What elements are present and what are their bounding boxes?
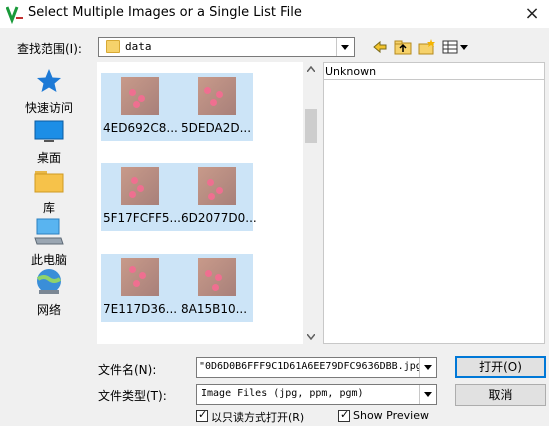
file-tile-pair[interactable]: 7E117D36... 8A15B10... <box>101 254 253 322</box>
libraries-folder-icon <box>34 171 64 193</box>
preview-label: Unknown <box>325 65 377 78</box>
file-name-label: 7E117D36... <box>103 302 178 316</box>
up-folder-icon[interactable] <box>394 37 412 57</box>
place-label: 快速访问 <box>24 101 73 115</box>
cancel-button[interactable]: 取消 <box>455 384 546 406</box>
file-type-select[interactable]: Image Files (jpg, ppm, pgm) <box>196 384 437 405</box>
checkmark-icon: ✓ <box>340 408 350 421</box>
checkmark-icon: ✓ <box>198 408 208 421</box>
file-name-label: 8A15B10... <box>181 302 248 316</box>
place-label: 库 <box>42 201 55 215</box>
file-tile-pair[interactable]: 5F17FCFF5... 6D2077D0... <box>101 163 257 231</box>
show-preview-checkbox[interactable]: ✓ <box>338 408 350 422</box>
scroll-up-arrow-icon[interactable] <box>307 66 315 72</box>
place-label: 网络 <box>36 303 61 317</box>
scroll-down-arrow-icon[interactable] <box>307 334 315 340</box>
file-name-value: "0D6D0B6FFF9C1D61A6EE79DFC9636DBB.jpg" <box>199 361 428 372</box>
image-thumbnail <box>198 258 236 296</box>
vertical-scrollbar[interactable] <box>303 62 319 344</box>
this-pc-icon <box>34 218 64 245</box>
chevron-down-icon[interactable] <box>419 385 436 404</box>
window-title: Select Multiple Images or a Single List … <box>28 5 302 20</box>
image-thumbnail <box>121 167 159 205</box>
chevron-down-icon[interactable] <box>336 38 354 56</box>
show-preview-label: Show Preview <box>353 409 429 422</box>
place-label: 桌面 <box>36 151 61 165</box>
open-button[interactable]: 打开(O) <box>455 356 546 378</box>
file-tile-pair[interactable]: 4ED692C8... 5DEDA2D... <box>101 73 253 141</box>
place-quick-access[interactable]: 快速访问 <box>18 68 80 116</box>
place-label: 此电脑 <box>30 253 67 267</box>
file-name-label: 6D2077D0... <box>181 211 257 225</box>
image-thumbnail <box>121 77 159 115</box>
divider <box>324 79 544 80</box>
place-network[interactable]: 网络 <box>18 268 80 318</box>
desktop-icon <box>34 120 64 142</box>
file-name-label: 5F17FCFF5... <box>103 211 181 225</box>
back-arrow-icon[interactable] <box>372 37 388 57</box>
look-in-combo[interactable]: data <box>98 37 355 57</box>
preview-pane: Unknown <box>323 62 545 344</box>
read-only-checkbox[interactable]: ✓ <box>196 408 208 422</box>
file-type-value: Image Files (jpg, ppm, pgm) <box>201 388 364 399</box>
new-folder-icon[interactable] <box>418 37 436 57</box>
view-menu-icon[interactable] <box>442 37 470 57</box>
quick-access-star-icon <box>37 69 61 92</box>
network-icon <box>36 269 62 294</box>
image-thumbnail <box>198 77 236 115</box>
scrollbar-thumb[interactable] <box>305 109 317 143</box>
file-type-field-label: 文件类型(T): <box>98 389 167 403</box>
file-name-field-label: 文件名(N): <box>98 363 157 377</box>
look-in-value: data <box>125 40 152 53</box>
file-name-label: 5DEDA2D... <box>181 121 252 135</box>
image-thumbnail <box>121 258 159 296</box>
file-list[interactable]: 4ED692C8... 5DEDA2D... 5F17FCFF5... 6D20… <box>97 62 319 344</box>
chevron-down-icon[interactable] <box>419 358 436 377</box>
close-button[interactable]: × <box>515 0 549 28</box>
folder-icon <box>106 40 120 53</box>
image-thumbnail <box>198 167 236 205</box>
place-this-pc[interactable]: 此电脑 <box>18 218 80 268</box>
look-in-label: 查找范围(I): <box>17 42 82 56</box>
read-only-label: 以只读方式打开(R) <box>211 411 305 424</box>
app-logo-icon <box>5 4 24 25</box>
file-name-label: 4ED692C8... <box>103 121 178 135</box>
file-name-input[interactable]: "0D6D0B6FFF9C1D61A6EE79DFC9636DBB.jpg" <box>196 357 437 378</box>
place-libraries[interactable]: 库 <box>18 168 80 216</box>
place-desktop[interactable]: 桌面 <box>18 120 80 166</box>
